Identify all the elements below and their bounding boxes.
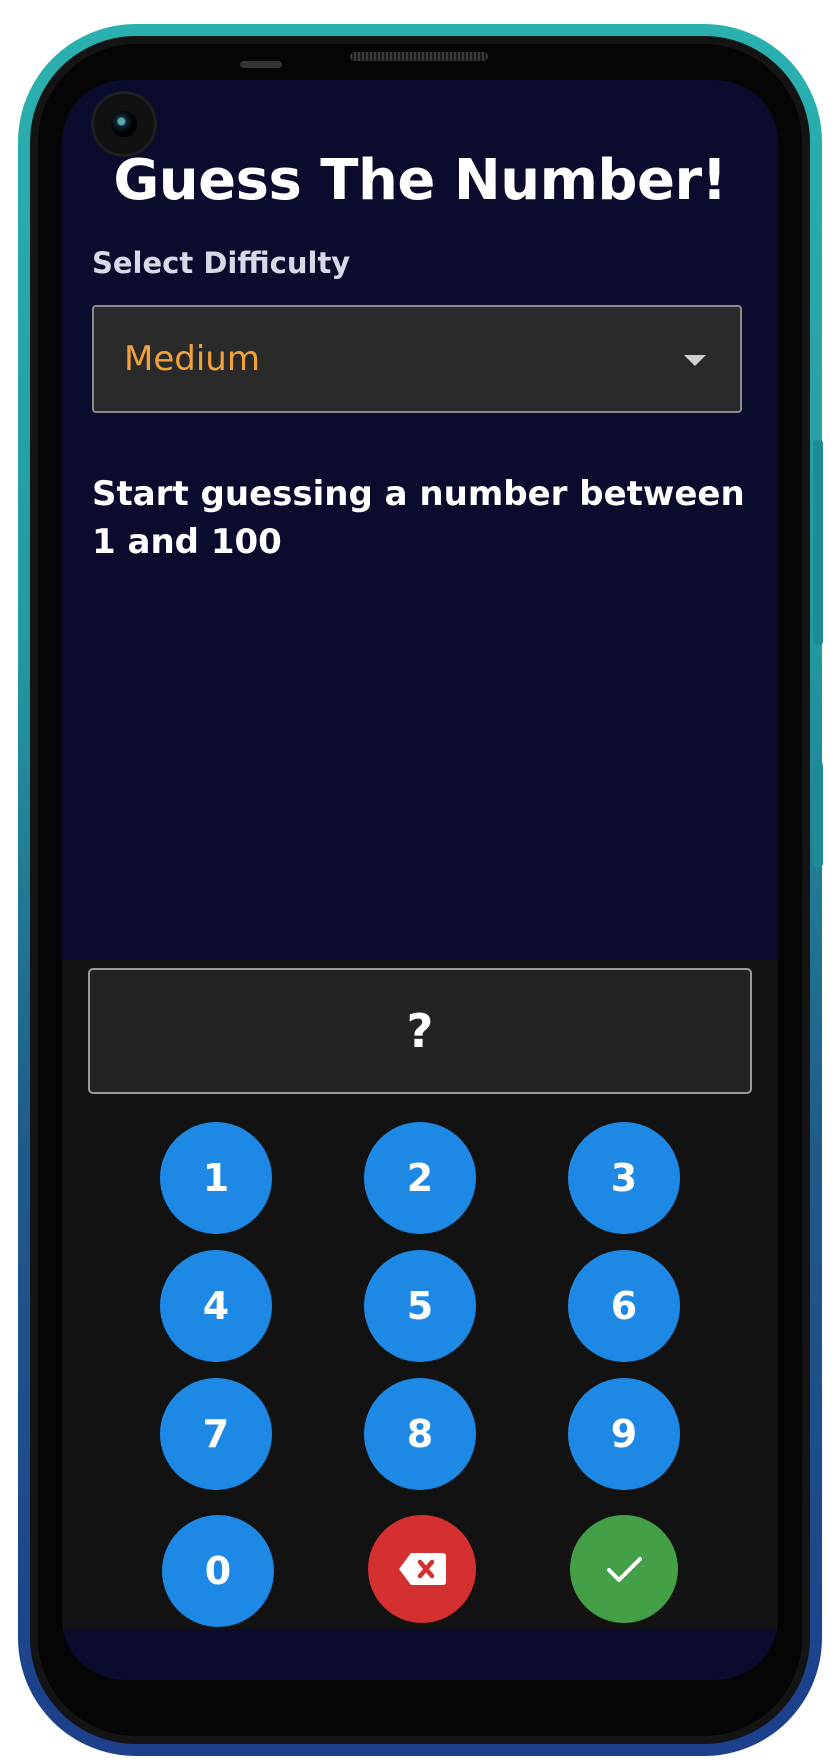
page-title: Guess The Number! — [113, 148, 727, 213]
key-8[interactable]: 8 — [364, 1378, 476, 1490]
difficulty-select[interactable]: Medium — [92, 305, 742, 413]
key-1[interactable]: 1 — [160, 1122, 272, 1234]
bottom-strip — [62, 1630, 778, 1680]
app-screen: Guess The Number! Select Difficulty Medi… — [62, 80, 778, 1680]
key-6[interactable]: 6 — [568, 1250, 680, 1362]
backspace-button[interactable] — [368, 1515, 476, 1623]
check-icon — [604, 1553, 644, 1585]
key-3[interactable]: 3 — [568, 1122, 680, 1234]
key-0[interactable]: 0 — [162, 1515, 274, 1627]
phone-side-button-volume — [813, 440, 823, 645]
key-7[interactable]: 7 — [160, 1378, 272, 1490]
front-camera-icon — [94, 94, 154, 154]
key-5[interactable]: 5 — [364, 1250, 476, 1362]
key-9[interactable]: 9 — [568, 1378, 680, 1490]
difficulty-label: Select Difficulty — [92, 246, 351, 280]
phone-side-button-power — [813, 762, 823, 867]
proximity-sensor — [240, 61, 282, 68]
chevron-down-icon — [684, 355, 706, 366]
keypad-panel: ? 1 2 3 4 5 6 7 8 9 0 — [62, 960, 778, 1630]
backspace-icon — [397, 1551, 447, 1587]
difficulty-selected-value: Medium — [124, 339, 260, 379]
guess-display: ? — [88, 968, 752, 1094]
key-4[interactable]: 4 — [160, 1250, 272, 1362]
submit-guess-button[interactable] — [570, 1515, 678, 1623]
earpiece-speaker — [350, 52, 488, 61]
instruction-text: Start guessing a number between 1 and 10… — [92, 474, 745, 562]
key-2[interactable]: 2 — [364, 1122, 476, 1234]
